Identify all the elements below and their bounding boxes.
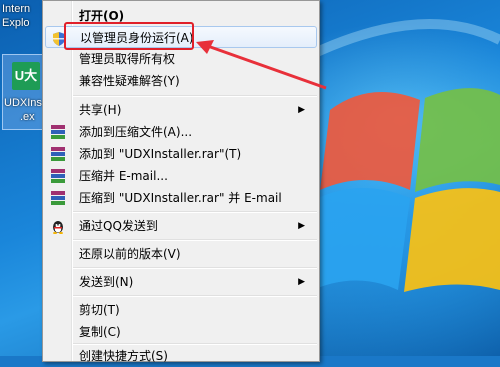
winrar-icon (51, 125, 65, 139)
winrar-icon (51, 169, 65, 183)
menu-item-label: 复制(C) (79, 325, 121, 339)
menu-item-label: 压缩并 E-mail... (79, 169, 168, 183)
winrar-icon (51, 191, 65, 205)
menu-item-label: 还原以前的版本(V) (79, 247, 181, 261)
submenu-arrow-icon: ▶ (298, 277, 305, 287)
desktop-icons: Intern Explo U大 UDXIns .ex (0, 0, 44, 356)
menu-item-restore-previous[interactable]: 还原以前的版本(V) (45, 243, 317, 265)
menu-item-label: 发送到(N) (79, 275, 134, 289)
winrar-icon (51, 147, 65, 161)
menu-separator (73, 295, 317, 297)
submenu-arrow-icon: ▶ (298, 221, 305, 231)
menu-item-share[interactable]: 共享(H) ▶ (45, 99, 317, 121)
menu-item-label: 剪切(T) (79, 303, 120, 317)
menu-separator (73, 267, 317, 269)
menu-separator (73, 211, 317, 213)
menu-item-copy[interactable]: 复制(C) (45, 321, 317, 343)
ie-label-line1: Intern (2, 3, 31, 15)
menu-item-compress-email[interactable]: 压缩并 E-mail... (45, 165, 317, 187)
udx-installer-icon[interactable]: U大 (12, 62, 40, 90)
menu-separator (73, 239, 317, 241)
udx-label-line1: UDXIns (4, 97, 42, 109)
internet-explorer-icon-label[interactable]: Intern Explo (2, 2, 30, 30)
ie-label-line2: Explo (2, 17, 30, 29)
submenu-arrow-icon: ▶ (298, 105, 305, 115)
menu-item-send-via-qq[interactable]: 通过QQ发送到 ▶ (45, 215, 317, 237)
udx-installer-label[interactable]: UDXIns .ex (4, 96, 42, 124)
menu-item-compat-troubleshoot[interactable]: 兼容性疑难解答(Y) (45, 70, 317, 92)
highlight-box (64, 22, 194, 50)
menu-item-label: 管理员取得所有权 (79, 52, 176, 66)
menu-separator (73, 95, 317, 97)
menu-item-add-to-rar[interactable]: 添加到 "UDXInstaller.rar"(T) (45, 143, 317, 165)
menu-item-send-to[interactable]: 发送到(N) ▶ (45, 271, 317, 293)
menu-item-label: 通过QQ发送到 (79, 219, 158, 233)
menu-item-label: 创建快捷方式(S) (79, 349, 168, 363)
qq-penguin-icon (51, 219, 65, 234)
menu-item-create-shortcut[interactable]: 创建快捷方式(S) (45, 345, 317, 367)
menu-item-label: 兼容性疑难解答(Y) (79, 74, 180, 88)
menu-item-label: 添加到压缩文件(A)... (79, 125, 193, 139)
menu-item-label: 添加到 "UDXInstaller.rar"(T) (79, 147, 242, 161)
menu-item-take-ownership[interactable]: 管理员取得所有权 (45, 48, 317, 70)
context-menu: 打开(O) 以管理员身份运行(A) 管理员取得所有权 兼容性疑难解答(Y) 共享… (42, 0, 320, 363)
menu-item-add-to-archive[interactable]: 添加到压缩文件(A)... (45, 121, 317, 143)
menu-item-label: 压缩到 "UDXInstaller.rar" 并 E-mail (79, 191, 282, 205)
udx-label-line2: .ex (20, 111, 35, 123)
menu-item-compress-rar-email[interactable]: 压缩到 "UDXInstaller.rar" 并 E-mail (45, 187, 317, 209)
menu-item-cut[interactable]: 剪切(T) (45, 299, 317, 321)
menu-item-label: 共享(H) (79, 103, 122, 117)
